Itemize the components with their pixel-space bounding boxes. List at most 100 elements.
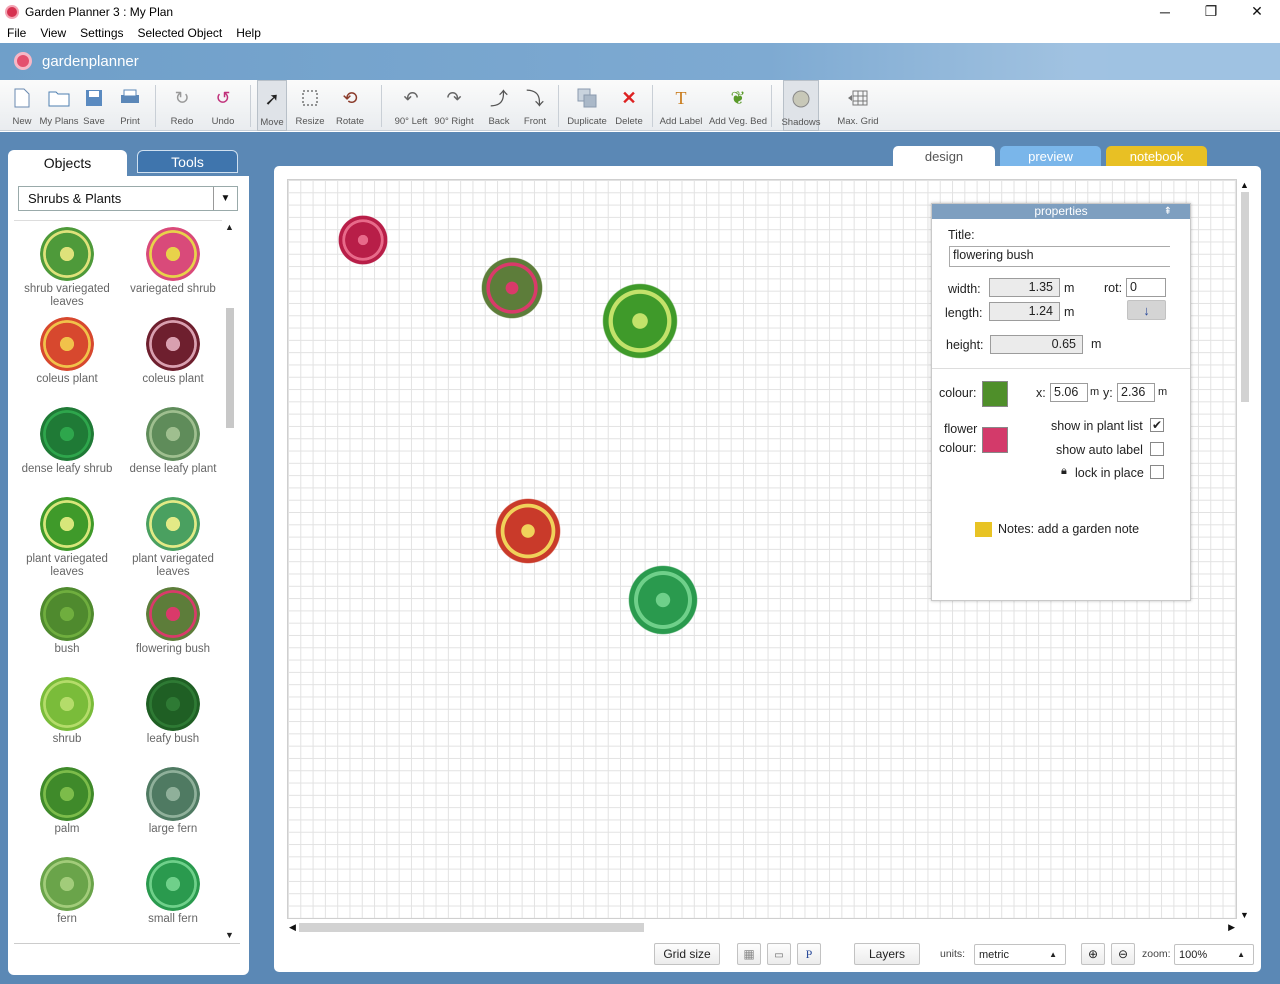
properties-header[interactable]: properties ⇞ (932, 204, 1190, 219)
zoom-in-button[interactable]: ⊕ (1081, 943, 1105, 965)
x-input[interactable]: 5.06 (1050, 383, 1088, 402)
rotate-tool-button[interactable]: ⟲ Rotate (333, 80, 367, 131)
move-tool-button[interactable]: ➚ Move (257, 80, 287, 131)
layers-button[interactable]: Layers (854, 943, 920, 965)
flower-colour-swatch[interactable] (982, 427, 1008, 453)
print-button[interactable]: Print (115, 80, 145, 131)
canvas-plant-object[interactable] (481, 257, 543, 319)
plant-palette-item[interactable]: plant variegated leaves (14, 491, 120, 579)
plant-thumbnail-icon (40, 317, 94, 371)
send-back-button[interactable]: ⤴ Back (486, 80, 512, 131)
rotate-apply-button[interactable]: ↓ (1127, 300, 1166, 320)
menu-settings[interactable]: Settings (73, 26, 130, 40)
ruler-toggle-button[interactable]: ▭ (767, 943, 791, 965)
undo-button[interactable]: ↺ Undo (208, 80, 238, 131)
canvas-plant-object[interactable] (628, 565, 698, 635)
show-in-plant-list-checkbox[interactable]: ✔ (1150, 418, 1164, 432)
title-input[interactable]: flowering bush (949, 246, 1170, 267)
lock-in-place-checkbox[interactable] (1150, 465, 1164, 479)
max-grid-button[interactable]: Max. Grid (837, 80, 879, 131)
plant-list-scrollbar[interactable]: ▲ ▼ (223, 222, 237, 940)
shadows-toggle[interactable]: Shadows (781, 80, 821, 131)
grid-size-button[interactable]: Grid size (654, 943, 720, 965)
height-input[interactable]: 0.65 (990, 335, 1083, 354)
zoom-out-button[interactable]: ⊖ (1111, 943, 1135, 965)
menu-selected-object[interactable]: Selected Object (131, 26, 230, 40)
menu-file[interactable]: File (0, 26, 33, 40)
undo-icon: ↺ (215, 87, 231, 108)
canvas-plant-object[interactable] (338, 215, 388, 265)
plant-palette-item[interactable]: leafy bush (120, 671, 226, 759)
plant-list-p-button[interactable]: P (797, 943, 821, 965)
delete-button[interactable]: ✕ Delete (614, 80, 644, 131)
save-button[interactable]: Save (81, 80, 107, 131)
plant-palette-item[interactable]: large fern (120, 761, 226, 849)
bring-front-button[interactable]: ⤵ Front (522, 80, 548, 131)
collapse-icon[interactable]: ⇞ (1164, 204, 1172, 219)
close-button[interactable]: ✕ (1234, 0, 1280, 23)
units-select[interactable]: metric ▲ (974, 944, 1066, 965)
add-garden-note-link[interactable]: Notes: add a garden note (998, 522, 1139, 536)
add-label-button[interactable]: T Add Label (659, 80, 703, 131)
plant-palette-item[interactable]: dense leafy plant (120, 401, 226, 489)
window-controls: ─ ❐ ✕ (1142, 0, 1280, 23)
scroll-thumb[interactable] (299, 923, 644, 932)
new-button[interactable]: New (11, 80, 33, 131)
menu-help[interactable]: Help (229, 26, 268, 40)
rot-input[interactable]: 0 (1126, 278, 1166, 297)
printer-icon (118, 86, 142, 110)
scroll-thumb[interactable] (1241, 192, 1249, 402)
plant-palette-item[interactable]: dense leafy shrub (14, 401, 120, 489)
rotate-left-90-button[interactable]: ↶ 90° Left (394, 80, 428, 131)
plant-palette-item[interactable]: plant variegated leaves (120, 491, 226, 579)
minimize-button[interactable]: ─ (1142, 0, 1188, 23)
y-input[interactable]: 2.36 (1117, 383, 1155, 402)
resize-tool-button[interactable]: Resize (293, 80, 327, 131)
length-input[interactable]: 1.24 (989, 302, 1060, 321)
add-veg-bed-button[interactable]: ❦ Add Veg. Bed (709, 80, 767, 131)
menu-view[interactable]: View (33, 26, 73, 40)
width-input[interactable]: 1.35 (989, 278, 1060, 297)
scroll-down-arrow-icon[interactable]: ▼ (1240, 910, 1249, 920)
colour-swatch[interactable] (982, 381, 1008, 407)
plant-palette-item[interactable]: variegated shrub (120, 221, 226, 309)
canvas-plant-object[interactable] (495, 498, 561, 564)
scroll-up-arrow-icon[interactable]: ▲ (225, 222, 234, 232)
plant-palette-item[interactable]: fern (14, 851, 120, 939)
tab-notebook[interactable]: notebook (1106, 146, 1207, 167)
move-label: Move (260, 117, 284, 128)
title-bar: Garden Planner 3 : My Plan ─ ❐ ✕ (0, 0, 1280, 23)
scroll-right-arrow-icon[interactable]: ▶ (1228, 922, 1235, 933)
plant-palette-item[interactable]: palm (14, 761, 120, 849)
show-auto-label-checkbox[interactable] (1150, 442, 1164, 456)
tab-objects[interactable]: Objects (8, 150, 127, 176)
plant-palette-item[interactable]: bush (14, 581, 120, 669)
scroll-thumb[interactable] (226, 308, 234, 428)
grid-toggle-button[interactable]: ▦ (737, 943, 761, 965)
save-label: Save (83, 116, 105, 127)
canvas-plant-object[interactable] (602, 283, 678, 359)
plant-palette-item[interactable]: shrub (14, 671, 120, 759)
scroll-left-arrow-icon[interactable]: ◀ (289, 922, 296, 933)
my-plans-button[interactable]: My Plans (39, 80, 79, 131)
tab-design[interactable]: design (893, 146, 995, 167)
canvas-horizontal-scrollbar[interactable]: ◀ ▶ (287, 920, 1237, 936)
scroll-down-arrow-icon[interactable]: ▼ (225, 930, 234, 940)
tab-preview[interactable]: preview (1000, 146, 1101, 167)
delete-label: Delete (615, 116, 643, 127)
scroll-up-arrow-icon[interactable]: ▲ (1240, 180, 1249, 190)
plant-palette-item[interactable]: flowering bush (120, 581, 226, 669)
rotate-right-90-button[interactable]: ↷ 90° Right (434, 80, 474, 131)
zoom-select[interactable]: 100% ▲ (1174, 944, 1254, 965)
redo-button[interactable]: ↻ Redo (167, 80, 197, 131)
plant-palette-item[interactable]: small fern (120, 851, 226, 939)
duplicate-button[interactable]: Duplicate (567, 80, 607, 131)
category-dropdown[interactable]: Shrubs & Plants ▼ (18, 186, 238, 211)
plant-palette-item[interactable]: coleus plant (120, 311, 226, 399)
plant-palette-item[interactable]: coleus plant (14, 311, 120, 399)
tab-tools[interactable]: Tools (137, 150, 238, 173)
maximize-button[interactable]: ❐ (1188, 0, 1234, 23)
canvas-vertical-scrollbar[interactable]: ▲ ▼ (1238, 180, 1252, 920)
plant-palette-item[interactable]: shrub variegated leaves (14, 221, 120, 309)
plant-thumbnail-icon (146, 677, 200, 731)
